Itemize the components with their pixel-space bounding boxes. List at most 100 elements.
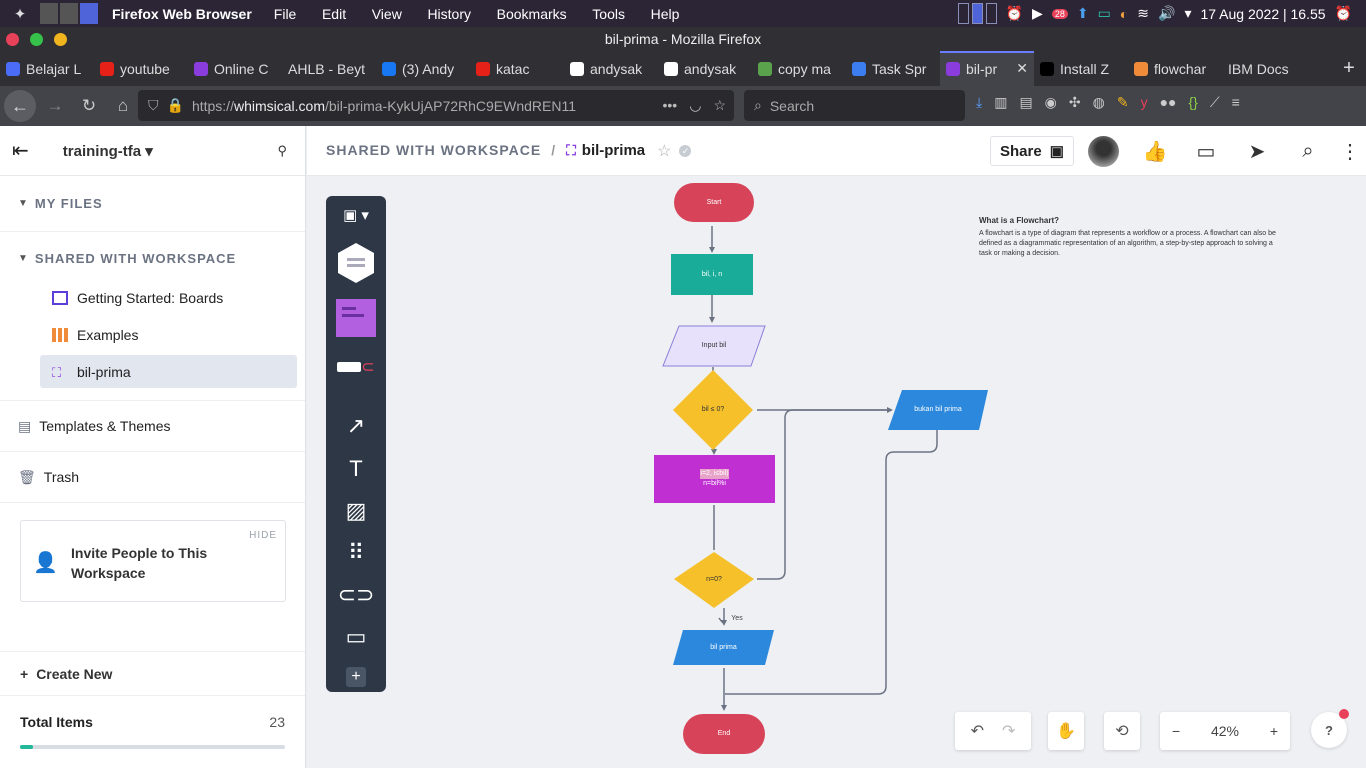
link-tool-icon[interactable]: ⊂⊃ <box>326 580 386 610</box>
vars-label[interactable]: bil, i, n <box>671 254 753 295</box>
prime-label[interactable]: bil prima <box>673 630 774 665</box>
menu-bookmarks[interactable]: Bookmarks <box>497 6 567 22</box>
update-icon[interactable]: ⬆ <box>1077 5 1089 22</box>
like-icon[interactable]: 👍 <box>1141 138 1169 164</box>
tab[interactable]: IBM Docs <box>1222 51 1316 86</box>
tab[interactable]: Task Spr <box>846 51 940 86</box>
search-icon[interactable]: ⌕ <box>1294 138 1322 164</box>
arrow-tool-icon[interactable]: ↗ <box>326 411 386 441</box>
tab[interactable]: katac <box>470 51 564 86</box>
sidebar-templates[interactable]: ▤ Templates & Themes <box>0 401 305 452</box>
maximize-window-button[interactable] <box>30 33 43 46</box>
pin-icon[interactable]: ⚲ <box>277 143 287 159</box>
back-button[interactable]: ← <box>4 90 36 122</box>
avatar[interactable] <box>1088 136 1119 167</box>
share-button[interactable]: Share ▣ <box>990 136 1074 166</box>
sidebar-trash[interactable]: 🗑 Trash <box>0 452 305 503</box>
tab[interactable]: bil-pr ✕ <box>940 51 1034 86</box>
extension-icon[interactable]: ✎ <box>1117 94 1129 111</box>
tab[interactable]: andysak <box>564 51 658 86</box>
reader-view-icon[interactable]: ▤ <box>1019 94 1032 111</box>
sidebar-item-bil-prima[interactable]: ⛶ bil-prima <box>40 355 297 388</box>
section-my-files[interactable]: ▼ MY FILES <box>0 176 305 232</box>
workspace-name[interactable]: training-tfa ▾ <box>63 142 153 160</box>
forward-button[interactable]: → <box>40 96 70 116</box>
menu-help[interactable]: Help <box>651 6 680 22</box>
tab[interactable]: flowchar <box>1128 51 1222 86</box>
hamburger-menu-icon[interactable]: ≡ <box>1232 94 1240 111</box>
menu-edit[interactable]: Edit <box>322 6 346 22</box>
menu-tools[interactable]: Tools <box>592 6 625 22</box>
canvas[interactable]: Start bil, i, n Input bil bil ≤ 0? bukan… <box>307 176 1366 768</box>
extension-icon[interactable]: y <box>1141 94 1148 111</box>
cond1-label[interactable]: bil ≤ 0? <box>673 390 753 430</box>
extension-icon[interactable]: ●● <box>1160 94 1177 111</box>
zoom-in-button[interactable]: + <box>1270 723 1278 739</box>
menu-history[interactable]: History <box>427 6 471 22</box>
zoom-out-button[interactable]: − <box>1172 723 1180 739</box>
page-actions-icon[interactable]: ••• <box>663 97 678 114</box>
sticky-note-icon[interactable] <box>326 296 386 340</box>
alarm-clock-icon[interactable]: ⏰ <box>1335 5 1352 22</box>
loop-label[interactable]: i=2, i≤bil) n=bil%i <box>654 455 775 503</box>
notification-badge[interactable]: 28 <box>1051 8 1068 19</box>
section-shared[interactable]: ▼ SHARED WITH WORKSPACE <box>0 238 305 278</box>
new-tab-button[interactable]: + <box>1332 51 1366 86</box>
invite-card[interactable]: HIDE 👤 Invite People to This Workspace <box>20 520 286 602</box>
extension-icon[interactable]: ✣ <box>1069 94 1081 111</box>
tray-expand-icon[interactable]: ▾ <box>1184 5 1191 22</box>
night-mode-icon[interactable]: ◐ <box>1120 6 1128 22</box>
end-label[interactable]: End <box>683 714 765 754</box>
undo-icon[interactable]: ↶ <box>971 721 984 741</box>
pocket-icon[interactable]: ◡ <box>689 97 701 114</box>
help-button[interactable]: ? <box>1311 709 1349 748</box>
document-title[interactable]: bil-prima <box>582 142 645 159</box>
start-label[interactable]: Start <box>674 183 754 222</box>
sidebar-item-getting-started[interactable]: Getting Started: Boards <box>40 281 297 314</box>
invite-text[interactable]: Invite People to This Workspace <box>71 543 251 583</box>
download-icon[interactable]: ⤓ <box>976 94 982 111</box>
tab[interactable]: (3) Andy <box>376 51 470 86</box>
reload-button[interactable]: ↻ <box>74 96 104 116</box>
wifi-icon[interactable]: ≋ <box>1137 5 1149 22</box>
tab[interactable]: andysak <box>658 51 752 86</box>
redo-icon[interactable]: ↷ <box>1002 721 1015 741</box>
zoom-level[interactable]: 42% <box>1211 723 1239 739</box>
search-bar[interactable]: ⌕ Search <box>744 90 965 121</box>
bookmark-star-icon[interactable]: ☆ <box>713 97 726 114</box>
extension-icon[interactable]: ⟋ <box>1210 94 1220 111</box>
frame-tool-icon[interactable]: ▭ <box>326 622 386 652</box>
image-tool-icon[interactable]: ▨ <box>326 496 386 526</box>
clock[interactable]: 17 Aug 2022 | 16.55 <box>1200 6 1325 22</box>
minimize-window-button[interactable] <box>54 33 67 46</box>
tab[interactable]: copy ma <box>752 51 846 86</box>
mindmap-icon[interactable]: ⊂ <box>326 356 386 378</box>
create-new-button[interactable]: + Create New <box>0 651 305 695</box>
home-button[interactable]: ⌂ <box>108 96 138 116</box>
media-play-icon[interactable]: ▶ <box>1032 5 1043 22</box>
collapse-sidebar-icon[interactable]: ⇤ <box>12 138 29 163</box>
board-type-icon[interactable]: ▣ ▾ <box>326 204 386 226</box>
breadcrumb-parent[interactable]: SHARED WITH WORKSPACE <box>326 142 541 158</box>
send-icon[interactable]: ➤ <box>1243 138 1271 164</box>
shield-icon[interactable]: ⛉ <box>148 97 159 114</box>
tab[interactable]: Install Z <box>1034 51 1128 86</box>
history-button[interactable]: ⟲ <box>1104 712 1140 750</box>
pan-tool-button[interactable]: ✋ <box>1048 712 1084 750</box>
add-tool-icon[interactable]: + <box>326 664 386 690</box>
hide-button[interactable]: HIDE <box>249 530 277 541</box>
library-icon[interactable]: ▥ <box>994 94 1007 111</box>
tab[interactable]: Belajar L <box>0 51 94 86</box>
menu-view[interactable]: View <box>372 6 402 22</box>
tab[interactable]: youtube <box>94 51 188 86</box>
menu-file[interactable]: File <box>274 6 297 22</box>
account-icon[interactable]: ◉ <box>1045 94 1057 111</box>
close-window-button[interactable] <box>6 33 19 46</box>
tab[interactable]: AHLB - Beyt <box>282 51 376 86</box>
favorite-star-icon[interactable]: ☆ <box>657 141 671 161</box>
flowchart-note[interactable]: What is a Flowchart? A flowchart is a ty… <box>979 216 1279 259</box>
cond2-label[interactable]: n=0? <box>674 560 754 600</box>
more-options-icon[interactable]: ⋮ <box>1336 138 1364 164</box>
tab[interactable]: Online C <box>188 51 282 86</box>
kde-connect-icon[interactable]: ▭ <box>1098 5 1111 22</box>
